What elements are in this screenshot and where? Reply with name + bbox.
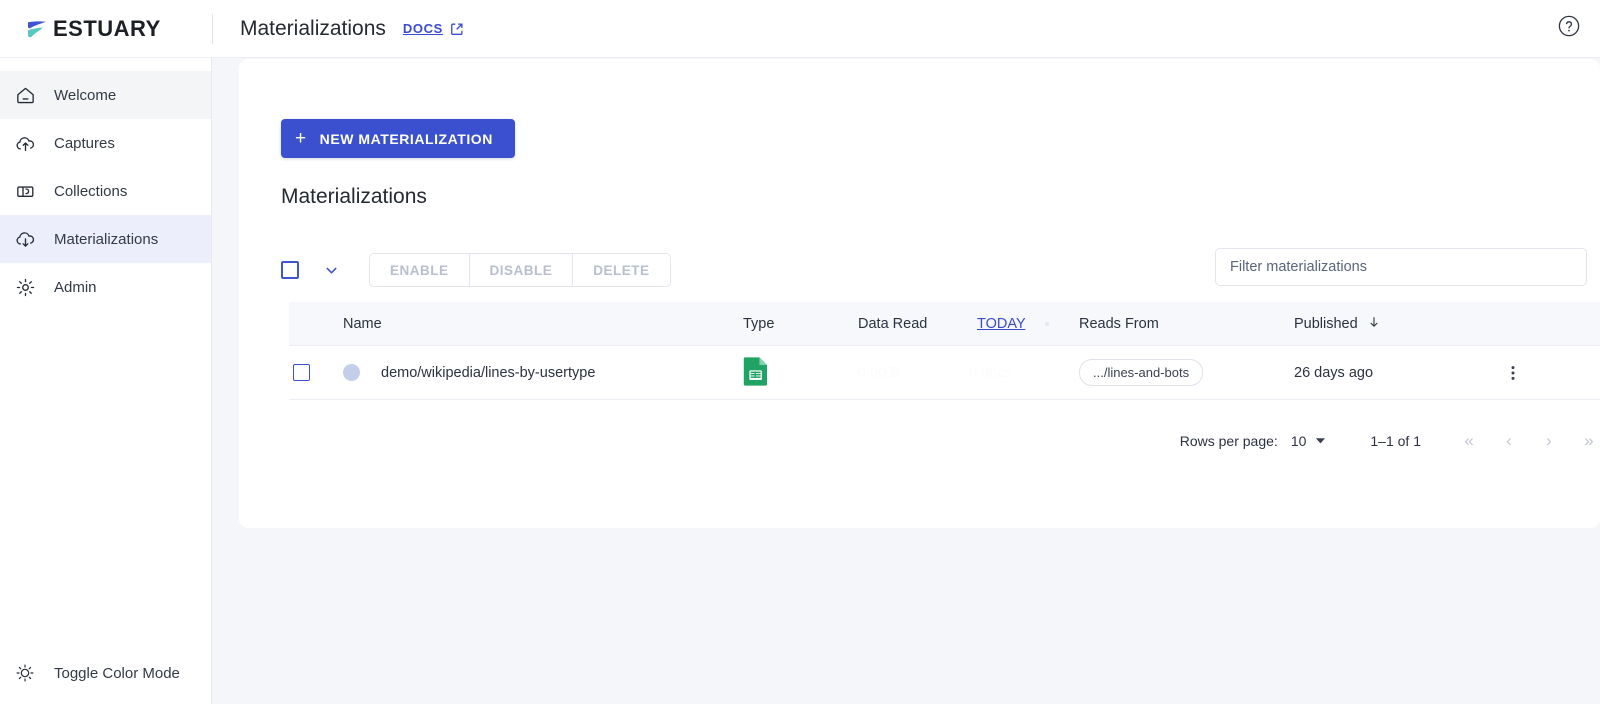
sidebar-item-materializations[interactable]: Materializations xyxy=(0,215,211,263)
cloud-download-icon xyxy=(12,226,38,252)
header-type[interactable]: Type xyxy=(743,316,858,332)
row-menu-cell xyxy=(1476,364,1536,382)
toggle-color-mode-button[interactable]: Toggle Color Mode xyxy=(0,650,212,696)
row-data-read-bytes: 0.00 B xyxy=(858,364,900,381)
external-link-icon xyxy=(450,22,464,36)
sidebar-item-welcome[interactable]: Welcome xyxy=(0,71,211,119)
pagination: Rows per page: 10 1–1 of 1 « ‹ › » xyxy=(289,411,1600,471)
page-range-label: 1–1 of 1 xyxy=(1370,433,1421,449)
row-data-read-docs: 0 docs xyxy=(969,364,1012,381)
pagination-buttons: « ‹ › » xyxy=(1449,421,1600,461)
row-checkbox[interactable] xyxy=(293,364,310,381)
chevron-down-icon xyxy=(1315,433,1326,449)
filter-input[interactable] xyxy=(1216,249,1586,285)
filter-materializations-field[interactable] xyxy=(1215,248,1587,286)
sidebar-item-label: Materializations xyxy=(54,230,159,248)
today-link[interactable]: TODAY xyxy=(977,316,1025,332)
row-data-read-docs-cell: 0 docs xyxy=(969,365,1079,381)
new-materialization-label: NEW MATERIALIZATION xyxy=(319,130,493,147)
reads-from-chip[interactable]: .../lines-and-bots xyxy=(1079,359,1204,386)
collections-icon xyxy=(12,178,38,204)
row-published: 26 days ago xyxy=(1294,364,1374,381)
sidebar: Welcome Captures Collections Materializa… xyxy=(0,58,212,704)
docs-link[interactable]: DOCS xyxy=(403,21,464,36)
sidebar-top-spacer xyxy=(0,58,211,71)
delete-button[interactable]: DELETE xyxy=(573,254,669,286)
sidebar-item-label: Collections xyxy=(54,182,128,200)
top-bar: ESTUARY Materializations DOCS xyxy=(0,0,1600,58)
prev-page-button[interactable]: ‹ xyxy=(1489,421,1529,461)
estuary-wave-logo-icon xyxy=(24,16,50,42)
arrow-down-icon xyxy=(1367,315,1381,333)
row-published-cell: 26 days ago xyxy=(1294,365,1476,381)
main-content: + NEW MATERIALIZATION Materializations E… xyxy=(212,58,1600,704)
disable-button[interactable]: DISABLE xyxy=(470,254,574,286)
sidebar-item-captures[interactable]: Captures xyxy=(0,119,211,167)
help-circle-icon[interactable] xyxy=(1556,13,1582,39)
last-page-button[interactable]: » xyxy=(1569,421,1600,461)
header-divider xyxy=(212,13,213,44)
sidebar-item-admin[interactable]: Admin xyxy=(0,263,211,311)
materializations-card: + NEW MATERIALIZATION Materializations E… xyxy=(239,59,1600,528)
header-today-cell: TODAY xyxy=(969,316,1079,332)
new-materialization-button[interactable]: + NEW MATERIALIZATION xyxy=(281,119,515,158)
plus-icon: + xyxy=(295,128,307,149)
header-published-label: Published xyxy=(1294,315,1358,332)
bulk-action-button-group: ENABLE DISABLE DELETE xyxy=(369,253,671,287)
brand-name: ESTUARY xyxy=(53,15,161,41)
header-name[interactable]: Name xyxy=(343,316,743,332)
section-title: Materializations xyxy=(281,185,427,208)
row-type-cell xyxy=(743,356,858,390)
table-header-row: Name Type Data Read TODAY Reads From Pub… xyxy=(289,302,1600,346)
row-data-read-cell: 0.00 B xyxy=(858,365,969,381)
header-reads-from[interactable]: Reads From xyxy=(1079,316,1294,332)
rows-per-page-select[interactable]: 10 xyxy=(1291,433,1327,449)
google-sheets-icon xyxy=(743,356,769,390)
cloud-upload-icon xyxy=(12,130,38,156)
table-row[interactable]: demo/wikipedia/lines-by-usertype 0.00 B … xyxy=(289,346,1600,400)
first-page-button[interactable]: « xyxy=(1449,421,1489,461)
sidebar-item-label: Welcome xyxy=(54,86,117,104)
sidebar-item-label: Captures xyxy=(54,134,115,152)
row-name[interactable]: demo/wikipedia/lines-by-usertype xyxy=(381,365,595,381)
header-data-read[interactable]: Data Read xyxy=(858,316,969,332)
row-reads-from-cell: .../lines-and-bots xyxy=(1079,359,1294,386)
next-page-button[interactable]: › xyxy=(1529,421,1569,461)
sidebar-item-label: Admin xyxy=(54,278,97,296)
toggle-color-mode-label: Toggle Color Mode xyxy=(54,664,180,682)
row-select-cell xyxy=(289,364,343,381)
loading-dot-icon xyxy=(1045,321,1050,326)
home-icon xyxy=(12,82,38,108)
sun-icon xyxy=(12,660,38,686)
brand-logo[interactable]: ESTUARY xyxy=(0,0,212,57)
status-indicator-icon xyxy=(343,364,360,381)
docs-link-label: DOCS xyxy=(402,21,443,36)
chevron-down-icon[interactable] xyxy=(320,259,342,281)
row-name-cell: demo/wikipedia/lines-by-usertype xyxy=(343,364,743,381)
sidebar-item-collections[interactable]: Collections xyxy=(0,167,211,215)
rows-per-page-value: 10 xyxy=(1290,433,1307,449)
kebab-menu-icon[interactable] xyxy=(1504,364,1522,382)
gear-icon xyxy=(12,274,38,300)
enable-button[interactable]: ENABLE xyxy=(370,254,470,286)
header-published[interactable]: Published xyxy=(1294,315,1476,333)
rows-per-page-label: Rows per page: xyxy=(1179,433,1278,449)
page-title: Materializations xyxy=(240,16,386,40)
select-all-checkbox[interactable] xyxy=(281,261,299,279)
materializations-table: Name Type Data Read TODAY Reads From Pub… xyxy=(289,302,1600,400)
